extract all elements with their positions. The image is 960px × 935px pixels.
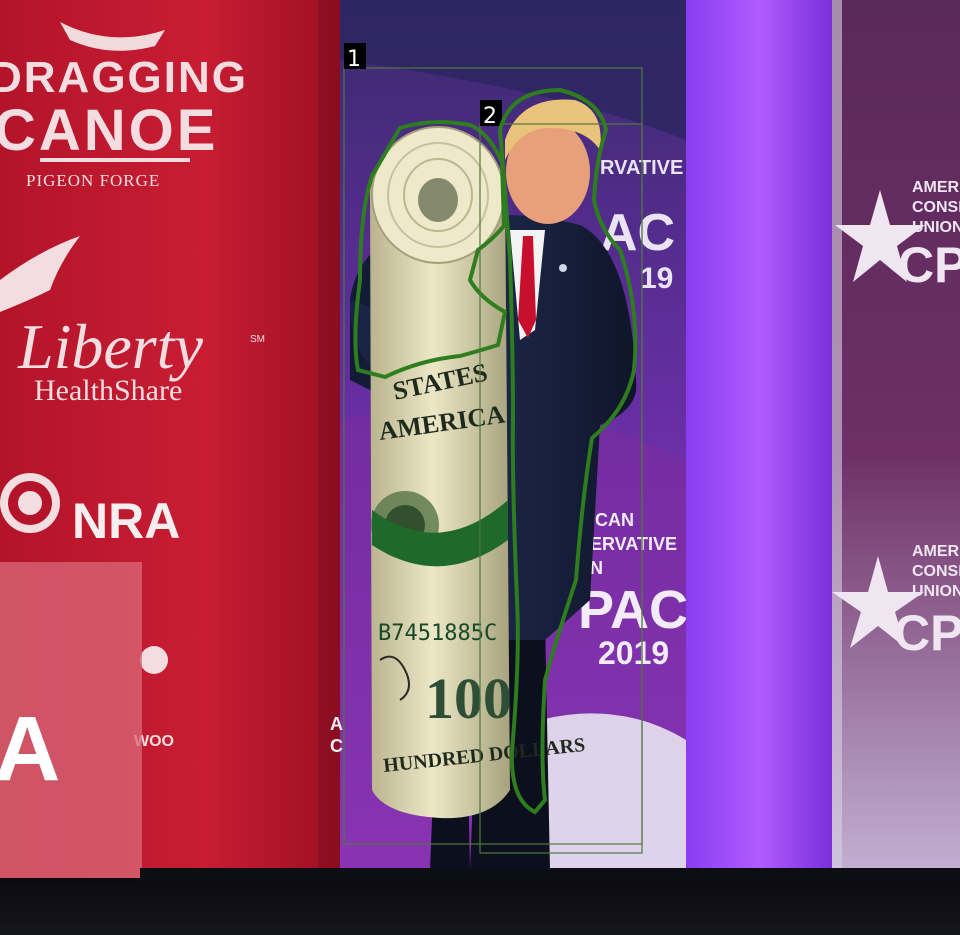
banner-year: 2019 bbox=[598, 635, 669, 671]
right-banner-cpac: CPAC bbox=[898, 237, 960, 293]
bill-serial: B7451885C bbox=[378, 621, 497, 646]
sponsor-nra: NRA bbox=[72, 493, 180, 549]
box-label-2: 2 bbox=[483, 104, 497, 129]
banner-top-year: 19 bbox=[640, 262, 673, 295]
sponsor-sm-mark: SM bbox=[250, 334, 265, 345]
right-banner-line3-lower: UNION bbox=[912, 583, 960, 600]
box-label-1: 1 bbox=[347, 47, 361, 72]
right-banner-line2-lower: CONSERVATIVE bbox=[912, 563, 960, 580]
bill-denomination: 100 bbox=[425, 666, 512, 731]
sponsor-badge-icon bbox=[140, 646, 168, 674]
sponsor-dragging: DRAGGING bbox=[0, 53, 248, 102]
sponsor-canoe: CANOE bbox=[0, 98, 218, 163]
violet-light-column bbox=[686, 0, 832, 900]
banner-line2: ERVATIVE bbox=[590, 534, 677, 554]
right-banner-line2: CONSERVATIVE bbox=[912, 199, 960, 216]
banner-cpac: PAC bbox=[578, 580, 688, 640]
annotated-photo: DRAGGING CANOE PIGEON FORGE Liberty SM H… bbox=[0, 0, 960, 935]
sponsor-pigeon-forge: PIGEON FORGE bbox=[26, 171, 160, 190]
banner-top-cpac: AC bbox=[600, 204, 675, 262]
sponsor-backdrop: DRAGGING CANOE PIGEON FORGE Liberty SM H… bbox=[0, 0, 344, 935]
cpac-banner-right: AMERICAN CONSERVATIVE UNION CPAC AMERICA… bbox=[832, 0, 960, 900]
right-banner-cpac-lower: CPAC bbox=[894, 605, 960, 661]
banner-left-frag-1: A bbox=[330, 714, 343, 734]
right-banner-line1-lower: AMERICAN bbox=[912, 543, 960, 560]
photo-canvas: DRAGGING CANOE PIGEON FORGE Liberty SM H… bbox=[0, 0, 960, 935]
flag-pin-icon bbox=[559, 264, 567, 272]
banner-left-frag-2: C bbox=[330, 736, 343, 756]
banner-line1: ICAN bbox=[590, 510, 634, 530]
podium-letter: A bbox=[0, 698, 60, 800]
sponsor-healthshare: HealthShare bbox=[34, 374, 182, 407]
sponsor-liberty: Liberty bbox=[17, 311, 203, 382]
right-banner-line1: AMERICAN bbox=[912, 179, 960, 196]
stage-floor bbox=[0, 878, 960, 935]
